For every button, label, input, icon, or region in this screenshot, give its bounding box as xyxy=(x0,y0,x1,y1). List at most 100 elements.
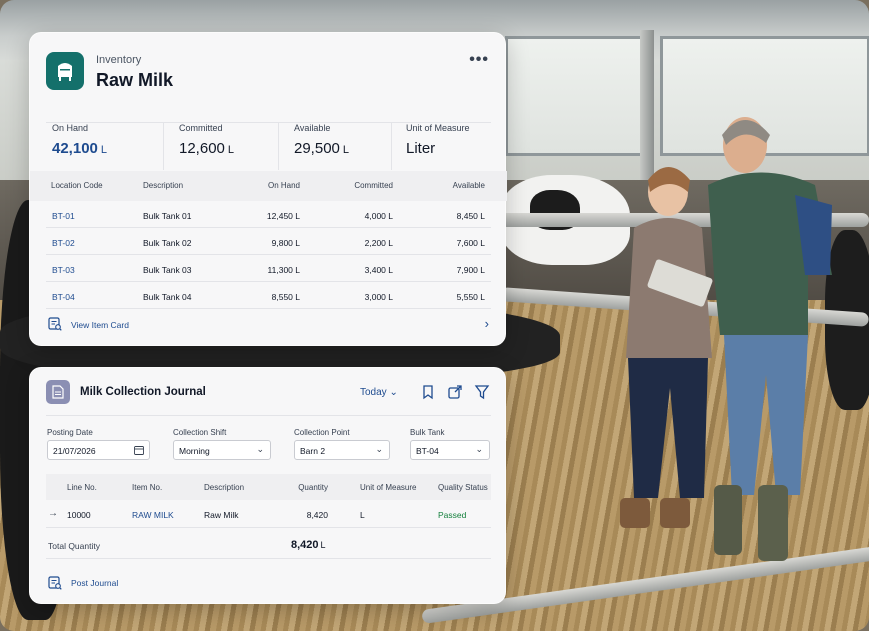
available-value: 7,900 L xyxy=(456,265,485,275)
location-code-link[interactable]: BT-01 xyxy=(52,211,75,221)
journal-header: Milk Collection Journal Today ⌄ xyxy=(46,380,491,416)
period-filter-label: Today xyxy=(360,387,387,398)
location-code-link[interactable]: BT-04 xyxy=(52,292,75,302)
column-header: Committed xyxy=(354,181,393,190)
posting-date-label: Posting Date xyxy=(47,428,93,437)
bulk-tank-field: Bulk Tank BT-04 ⌄ xyxy=(410,428,490,460)
column-header: Available xyxy=(452,181,485,190)
item-card-icon xyxy=(48,317,62,336)
silo-icon xyxy=(46,52,84,90)
collection-point-select[interactable]: Barn 2 ⌄ xyxy=(294,440,390,460)
on-hand-value: 8,550 L xyxy=(271,292,300,302)
share-icon[interactable] xyxy=(447,384,463,400)
arrow-right-icon: → xyxy=(48,508,58,519)
committed-value: 3,400 L xyxy=(364,265,393,275)
posting-date-value: 21/07/2026 xyxy=(53,446,96,456)
available-value: 7,600 L xyxy=(456,238,485,248)
stat-value: 29,500 L xyxy=(294,140,350,157)
chevron-down-icon: ⌄ xyxy=(256,444,264,454)
bulk-tank-select[interactable]: BT-04 ⌄ xyxy=(410,440,490,460)
stat-value: Liter xyxy=(406,140,436,157)
available-value: 8,450 L xyxy=(456,211,485,221)
table-row[interactable]: BT-02 Bulk Tank 02 9,800 L 2,200 L 7,600… xyxy=(46,228,491,255)
document-icon xyxy=(46,380,70,404)
bulk-tank-value: BT-04 xyxy=(416,446,439,456)
stat-label: Committed xyxy=(179,123,223,133)
stat-value: 12,600 L xyxy=(179,140,235,157)
view-item-card-label: View Item Card xyxy=(71,320,129,330)
journal-title: Milk Collection Journal xyxy=(80,386,206,398)
stat-unit-of-measure: Unit of Measure Liter xyxy=(391,123,491,170)
column-header: Description xyxy=(204,483,245,492)
inventory-card: Inventory Raw Milk ••• On Hand 42,100 L C… xyxy=(29,32,507,346)
stat-committed: Committed 12,600 L xyxy=(163,123,279,170)
stat-label: On Hand xyxy=(52,123,89,133)
stat-value: 42,100 L xyxy=(52,140,108,157)
column-header: On Hand xyxy=(267,181,300,190)
table-row[interactable]: BT-03 Bulk Tank 03 11,300 L 3,400 L 7,90… xyxy=(46,255,491,282)
chevron-right-icon[interactable]: › xyxy=(485,316,489,331)
column-header: Quantity xyxy=(298,483,328,492)
location-description: Bulk Tank 03 xyxy=(143,265,192,275)
column-header: Description xyxy=(143,181,184,190)
post-journal-label: Post Journal xyxy=(71,578,119,588)
journal-line-row[interactable]: → 10000 RAW MILK Raw Milk 8,420 L Passed xyxy=(46,500,491,528)
location-description: Bulk Tank 02 xyxy=(143,238,192,248)
collection-shift-label: Collection Shift xyxy=(173,428,227,437)
total-quantity-label: Total Quantity xyxy=(48,541,100,551)
collection-shift-field: Collection Shift Morning ⌄ xyxy=(173,428,271,460)
available-value: 5,550 L xyxy=(456,292,485,302)
filter-icon[interactable] xyxy=(474,384,490,400)
column-header: Item No. xyxy=(132,483,163,492)
line-unit-of-measure: L xyxy=(360,510,365,520)
more-icon[interactable]: ••• xyxy=(469,51,489,69)
stat-available: Available 29,500 L xyxy=(278,123,392,170)
column-header: Unit of Measure xyxy=(360,483,417,492)
on-hand-value: 11,300 L xyxy=(267,265,300,275)
location-code-link[interactable]: BT-03 xyxy=(52,265,75,275)
journal-card: Milk Collection Journal Today ⌄ Posting … xyxy=(29,367,506,604)
collection-point-label: Collection Point xyxy=(294,428,350,437)
location-description: Bulk Tank 04 xyxy=(143,292,192,302)
chevron-down-icon: ⌄ xyxy=(389,387,398,398)
stats-summary: On Hand 42,100 L Committed 12,600 L Availa… xyxy=(46,123,491,170)
stat-label: Available xyxy=(294,123,331,133)
period-filter-dropdown[interactable]: Today ⌄ xyxy=(360,387,398,398)
line-description: Raw Milk xyxy=(204,510,239,520)
table-row[interactable]: BT-04 Bulk Tank 04 8,550 L 3,000 L 5,550… xyxy=(46,282,491,309)
bulk-tank-label: Bulk Tank xyxy=(410,428,445,437)
bookmark-icon[interactable] xyxy=(420,384,436,400)
chevron-down-icon: ⌄ xyxy=(375,444,383,454)
posting-date-field: Posting Date 21/07/2026 xyxy=(47,428,150,460)
total-quantity-value: 8,420 L xyxy=(291,539,326,551)
collection-shift-select[interactable]: Morning ⌄ xyxy=(173,440,271,460)
location-description: Bulk Tank 01 xyxy=(143,211,192,221)
item-number-link[interactable]: RAW MILK xyxy=(132,510,174,520)
view-item-card-link[interactable]: View Item Card › xyxy=(46,316,491,334)
collection-shift-value: Morning xyxy=(179,446,210,456)
committed-value: 2,200 L xyxy=(364,238,393,248)
journal-lines-header: Line No. Item No. Description Quantity U… xyxy=(46,474,491,500)
collection-point-value: Barn 2 xyxy=(300,446,326,456)
committed-value: 4,000 L xyxy=(364,211,393,221)
table-row[interactable]: BT-01 Bulk Tank 01 12,450 L 4,000 L 8,45… xyxy=(46,201,491,228)
column-header: Quality Status xyxy=(438,483,488,492)
stat-label: Unit of Measure xyxy=(406,123,470,133)
item-category: Inventory xyxy=(96,54,142,66)
total-quantity-row: Total Quantity 8,420 L xyxy=(46,529,491,559)
post-journal-button[interactable]: Post Journal xyxy=(46,575,246,593)
man-figure xyxy=(708,117,832,561)
calendar-icon[interactable] xyxy=(134,445,144,455)
line-number: 10000 xyxy=(67,510,91,520)
location-table-header: Location Code Description On Hand Commit… xyxy=(30,171,507,201)
on-hand-value: 9,800 L xyxy=(271,238,300,248)
post-journal-icon xyxy=(48,576,62,595)
chevron-down-icon: ⌄ xyxy=(475,444,483,454)
column-header: Line No. xyxy=(67,483,97,492)
stat-on-hand: On Hand 42,100 L xyxy=(52,123,162,170)
barn-window xyxy=(505,36,645,156)
quality-status-badge: Passed xyxy=(438,510,467,520)
location-code-link[interactable]: BT-02 xyxy=(52,238,75,248)
posting-date-input[interactable]: 21/07/2026 xyxy=(47,440,150,460)
inventory-header: Inventory Raw Milk ••• xyxy=(46,51,491,123)
